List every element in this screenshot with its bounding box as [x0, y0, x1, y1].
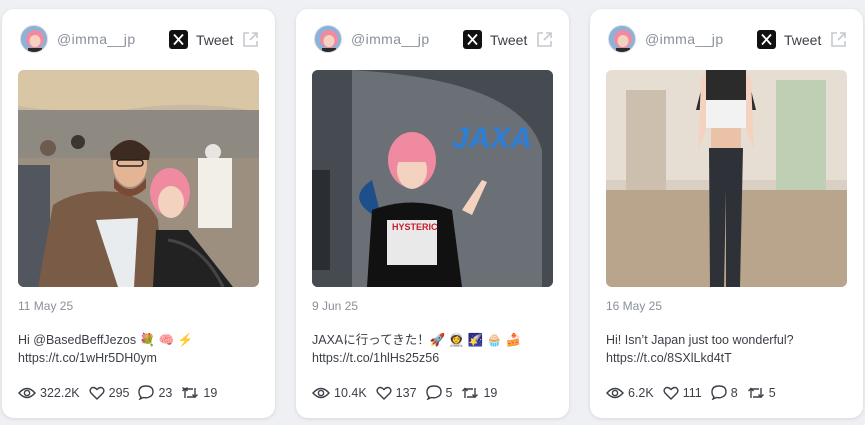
- tweet-date: 16 May 25: [606, 299, 663, 313]
- eye-icon: [606, 387, 624, 398]
- replies-count: 5: [445, 385, 453, 400]
- tweet-card: @imma__jp Tweet 11 May 25 Hi @BasedBeffJ…: [2, 9, 275, 418]
- avatar[interactable]: [20, 25, 48, 53]
- tweet-body: Hi @BasedBeffJezos 💐 🧠 ⚡: [18, 333, 194, 347]
- comment-icon: [425, 385, 442, 400]
- tweet-link-label[interactable]: Tweet: [490, 32, 527, 48]
- tweet-link[interactable]: https://t.co/1hlHs25z56: [312, 349, 557, 367]
- retweets-count: 19: [483, 385, 498, 400]
- retweet-icon: [182, 386, 199, 398]
- comment-icon: [138, 385, 155, 400]
- likes-stat[interactable]: 137: [376, 386, 417, 400]
- external-link-icon[interactable]: [241, 30, 260, 49]
- tweet-photo[interactable]: JAXA HYSTERIC: [312, 70, 553, 287]
- tweet-card: @imma__jp Tweet JAXA HYSTERIC 9 Jun 25 J…: [296, 9, 569, 418]
- x-logo-icon[interactable]: [463, 30, 482, 49]
- retweets-count: 5: [768, 385, 776, 400]
- likes-count: 111: [682, 385, 702, 400]
- user-handle[interactable]: @imma__jp: [57, 31, 136, 47]
- tweet-date: 11 May 25: [18, 299, 74, 313]
- views-count: 6.2K: [628, 385, 654, 400]
- likes-count: 137: [395, 385, 417, 400]
- replies-count: 23: [158, 385, 173, 400]
- retweet-icon: [462, 387, 479, 398]
- x-logo-icon[interactable]: [757, 30, 776, 49]
- tweet-photo[interactable]: [606, 70, 847, 287]
- tweet-text: Hi! Isn’t Japan just too wonderful? http…: [606, 331, 851, 367]
- heart-icon: [89, 386, 105, 400]
- tweet-date: 9 Jun 25: [312, 299, 359, 313]
- avatar[interactable]: [608, 25, 636, 53]
- tweet-link-label[interactable]: Tweet: [784, 32, 821, 48]
- eye-icon: [312, 387, 330, 398]
- tweet-stats: 10.4K 137 5 19: [312, 385, 506, 400]
- replies-stat[interactable]: 23: [138, 385, 172, 400]
- eye-icon: [18, 387, 36, 398]
- external-link-icon[interactable]: [829, 30, 848, 49]
- external-link-icon[interactable]: [535, 30, 554, 49]
- tweet-body: JAXAに行ってきた！🚀 👩‍🚀 🌠 🧁 🍰: [312, 333, 522, 347]
- jaxa-sign: JAXA: [452, 122, 532, 155]
- tweet-link[interactable]: https://t.co/8SXlLkd4tT: [606, 349, 851, 367]
- comment-icon: [711, 385, 727, 400]
- retweets-count: 19: [203, 385, 218, 400]
- tweet-text: JAXAに行ってきた！🚀 👩‍🚀 🌠 🧁 🍰 https://t.co/1hlH…: [312, 331, 557, 367]
- heart-icon: [663, 386, 679, 400]
- tweet-link[interactable]: https://t.co/1wHr5DH0ym: [18, 349, 263, 367]
- x-logo-icon[interactable]: [169, 30, 188, 49]
- tweet-text: Hi @BasedBeffJezos 💐 🧠 ⚡ https://t.co/1w…: [18, 331, 263, 367]
- avatar[interactable]: [314, 25, 342, 53]
- likes-count: 295: [108, 385, 130, 400]
- tweet-stats: 6.2K 111 8 5: [606, 385, 785, 400]
- tweet-photo[interactable]: [18, 70, 259, 287]
- tweet-body: Hi! Isn’t Japan just too wonderful?: [606, 333, 794, 347]
- retweets-stat[interactable]: 19: [461, 386, 497, 400]
- retweets-stat[interactable]: 19: [181, 386, 217, 400]
- retweet-icon: [747, 387, 764, 398]
- heart-icon: [376, 386, 392, 400]
- views-count: 322.2K: [40, 385, 80, 400]
- views-stat: 10.4K: [312, 386, 367, 400]
- likes-stat[interactable]: 111: [663, 386, 702, 400]
- retweets-stat[interactable]: 5: [747, 386, 776, 400]
- likes-stat[interactable]: 295: [89, 385, 130, 400]
- replies-count: 8: [730, 385, 738, 400]
- replies-stat[interactable]: 5: [425, 385, 453, 400]
- views-stat: 322.2K: [18, 386, 80, 400]
- views-stat: 6.2K: [606, 386, 654, 400]
- replies-stat[interactable]: 8: [711, 385, 738, 400]
- tweet-link-label[interactable]: Tweet: [196, 32, 233, 48]
- tweet-card: @imma__jp Tweet 16 May 25 Hi! Isn’t Japa…: [590, 9, 863, 418]
- user-handle[interactable]: @imma__jp: [645, 31, 724, 47]
- tweet-stats: 322.2K 295 23 19: [18, 385, 226, 400]
- svg-text:HYSTERIC: HYSTERIC: [392, 222, 438, 232]
- user-handle[interactable]: @imma__jp: [351, 31, 430, 47]
- views-count: 10.4K: [334, 385, 367, 400]
